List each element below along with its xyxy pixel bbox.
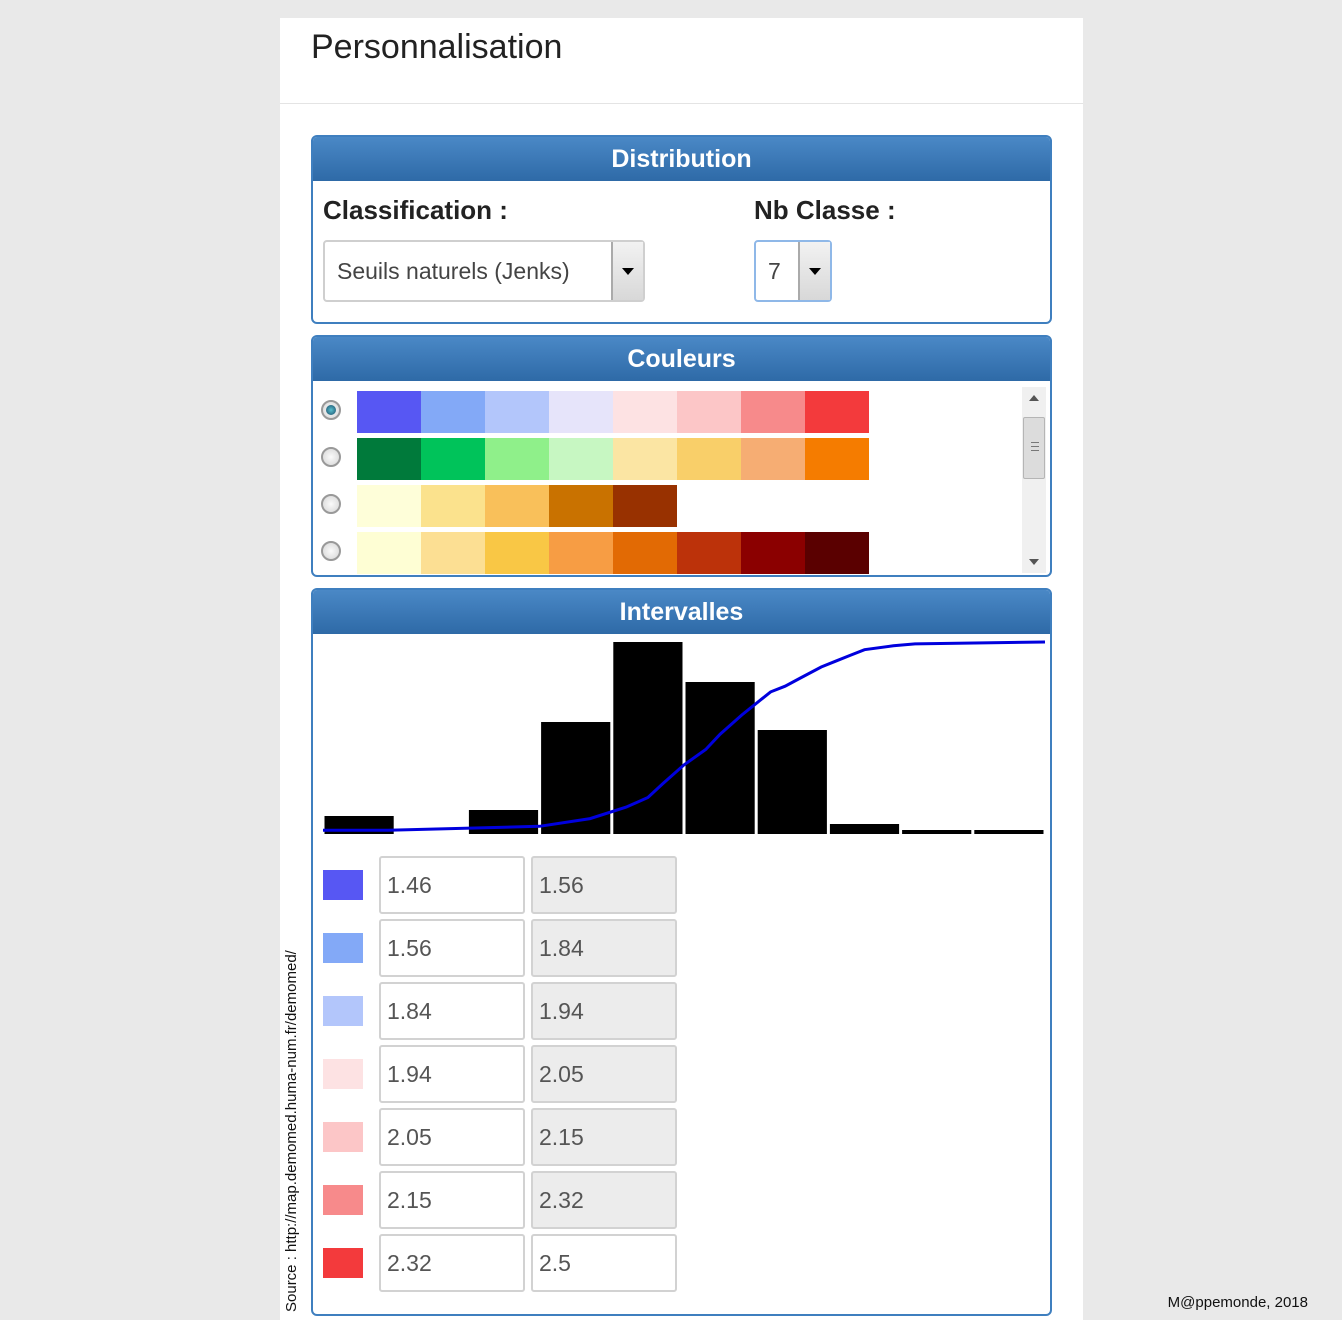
interval-from-input[interactable]: 2.05 <box>379 1108 525 1166</box>
interval-row: 1.46 1.56 <box>321 856 691 914</box>
nb-classe-select-value: 7 <box>768 258 781 284</box>
nb-classe-select[interactable]: 7 <box>754 240 832 302</box>
palette-swatch <box>613 532 677 574</box>
palette-swatch <box>549 438 613 480</box>
interval-color-swatch <box>323 1122 363 1152</box>
interval-to-input: 2.32 <box>531 1171 677 1229</box>
palette-swatches[interactable] <box>357 532 869 574</box>
palette-swatch <box>421 532 485 574</box>
palette-swatch <box>741 438 805 480</box>
histogram-bar <box>468 810 539 834</box>
interval-to-input: 1.94 <box>531 982 677 1040</box>
intervalles-panel: Intervalles 1.46 1.56 1.56 1.84 1.84 1.94 1.94… <box>311 588 1052 1316</box>
palette-swatches[interactable] <box>357 391 869 433</box>
title-divider <box>280 103 1083 104</box>
interval-to-input: 1.56 <box>531 856 677 914</box>
interval-color-swatch <box>323 1059 363 1089</box>
palette-swatches[interactable] <box>357 438 869 480</box>
scroll-up-icon[interactable] <box>1029 395 1039 401</box>
interval-color-swatch <box>323 1248 363 1278</box>
palette-radio[interactable] <box>321 447 341 467</box>
distribution-header: Distribution <box>313 137 1050 181</box>
histogram-chart <box>323 640 1046 834</box>
palette-swatch <box>677 438 741 480</box>
interval-from-input[interactable]: 1.56 <box>379 919 525 977</box>
interval-from-input[interactable]: 1.46 <box>379 856 525 914</box>
palette-swatch <box>357 391 421 433</box>
classification-select[interactable]: Seuils naturels (Jenks) <box>323 240 645 302</box>
palette-swatch <box>421 438 485 480</box>
interval-color-swatch <box>323 870 363 900</box>
palette-swatch <box>613 485 677 527</box>
palette-radio[interactable] <box>321 541 341 561</box>
interval-to-input[interactable]: 2.5 <box>531 1234 677 1292</box>
interval-row: 2.32 2.5 <box>321 1234 691 1292</box>
couleurs-header: Couleurs <box>313 337 1050 381</box>
credit-caption: M@ppemonde, 2018 <box>1167 1294 1308 1311</box>
histogram-bar <box>974 830 1044 834</box>
palette-swatch <box>613 438 677 480</box>
interval-row: 1.84 1.94 <box>321 982 691 1040</box>
palette-swatch <box>805 532 869 574</box>
palette-swatch <box>741 532 805 574</box>
palette-swatch <box>677 532 741 574</box>
interval-from-input[interactable]: 1.94 <box>379 1045 525 1103</box>
chevron-down-icon[interactable] <box>611 242 643 300</box>
classification-label: Classification : <box>323 195 508 225</box>
cumulative-line <box>323 640 1046 832</box>
distribution-panel: Distribution Classification : Nb Classe … <box>311 135 1052 324</box>
page-title: Personnalisation <box>311 28 563 66</box>
palette-radio[interactable] <box>321 494 341 514</box>
interval-color-swatch <box>323 1185 363 1215</box>
interval-to-input: 2.05 <box>531 1045 677 1103</box>
interval-row: 1.56 1.84 <box>321 919 691 977</box>
histogram-bar <box>757 730 827 834</box>
scroll-thumb[interactable] <box>1023 417 1045 479</box>
palette-swatches[interactable] <box>357 485 677 527</box>
palette-swatch <box>805 438 869 480</box>
source-caption: Source : http://map.demomed.huma-num.fr/… <box>283 950 300 1312</box>
interval-to-input: 2.15 <box>531 1108 677 1166</box>
palette-swatch <box>421 391 485 433</box>
histogram-bar <box>541 722 611 834</box>
interval-color-swatch <box>323 933 363 963</box>
palette-swatch <box>805 391 869 433</box>
histogram-bar <box>902 830 972 834</box>
couleurs-panel: Couleurs <box>311 335 1052 577</box>
palette-swatch <box>421 485 485 527</box>
palette-swatch <box>677 391 741 433</box>
interval-color-swatch <box>323 996 363 1026</box>
palette-radio[interactable] <box>321 400 341 420</box>
personalisation-page: Personnalisation Distribution Classifica… <box>280 18 1083 1320</box>
histogram-bar <box>613 642 683 834</box>
interval-to-input: 1.84 <box>531 919 677 977</box>
palette-swatch <box>485 532 549 574</box>
palette-swatch <box>613 391 677 433</box>
palette-swatch <box>357 438 421 480</box>
nb-classe-label: Nb Classe : <box>754 195 896 225</box>
interval-from-input[interactable]: 2.32 <box>379 1234 525 1292</box>
interval-from-input[interactable]: 2.15 <box>379 1171 525 1229</box>
palette-swatch <box>485 485 549 527</box>
palette-swatch <box>549 532 613 574</box>
classification-select-value: Seuils naturels (Jenks) <box>337 258 570 284</box>
palette-swatch <box>741 391 805 433</box>
interval-row: 2.05 2.15 <box>321 1108 691 1166</box>
palette-swatch <box>357 485 421 527</box>
chevron-down-icon[interactable] <box>798 242 830 300</box>
interval-row: 2.15 2.32 <box>321 1171 691 1229</box>
palette-swatch <box>549 391 613 433</box>
scroll-down-icon[interactable] <box>1029 559 1039 565</box>
palette-swatch <box>549 485 613 527</box>
interval-from-input[interactable]: 1.84 <box>379 982 525 1040</box>
palette-scrollbar[interactable] <box>1022 387 1046 573</box>
intervalles-header: Intervalles <box>313 590 1050 634</box>
palette-swatch <box>357 532 421 574</box>
palette-swatch <box>485 391 549 433</box>
histogram-bar <box>829 824 900 834</box>
palette-swatch <box>485 438 549 480</box>
interval-row: 1.94 2.05 <box>321 1045 691 1103</box>
